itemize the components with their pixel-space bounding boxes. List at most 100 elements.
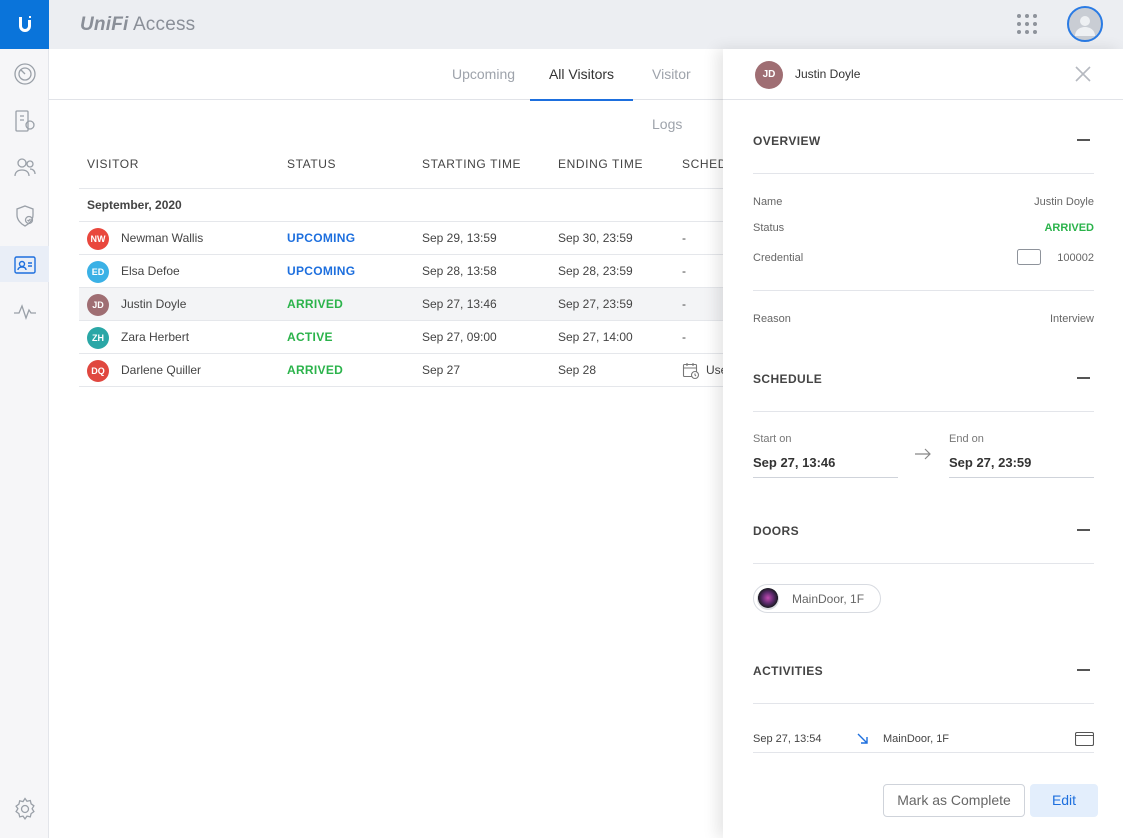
door-reader-image [757, 588, 779, 610]
doors-icon[interactable] [12, 108, 37, 133]
user-avatar[interactable] [1067, 6, 1103, 42]
doors-section-title: DOORS [753, 524, 800, 538]
credential-label: Credential [753, 252, 804, 264]
access-policies-icon[interactable] [12, 203, 37, 228]
ending-time: Sep 28 [558, 363, 597, 377]
schedule-value: - [682, 297, 686, 311]
starting-time: Sep 28, 13:58 [422, 264, 497, 278]
column-header-ending-time[interactable]: ENDING TIME [558, 157, 643, 171]
collapse-overview-icon[interactable] [1077, 139, 1090, 141]
mark-complete-button[interactable]: Mark as Complete [883, 784, 1025, 817]
reason-value: Interview [1049, 313, 1094, 325]
status-badge: UPCOMING [287, 231, 356, 245]
visitor-avatar: ED [87, 261, 109, 283]
column-header-status[interactable]: STATUS [287, 157, 336, 171]
schedule-value: - [682, 330, 686, 344]
activity-time: Sep 27, 13:54 [753, 733, 822, 745]
drawer-header: JD Justin Doyle [723, 49, 1123, 100]
end-underline [949, 477, 1094, 478]
status-label: Status [753, 222, 785, 234]
entry-arrow-icon [856, 732, 870, 749]
status-badge: ARRIVED [287, 363, 344, 377]
collapse-activities-icon[interactable] [1077, 669, 1090, 671]
door-chip[interactable]: MainDoor, 1F [753, 584, 881, 613]
column-header-starting-time[interactable]: STARTING TIME [422, 157, 521, 171]
visitor-avatar: NW [87, 228, 109, 250]
name-value: Justin Doyle [1034, 196, 1094, 208]
start-underline [753, 477, 898, 478]
starting-time: Sep 27 [422, 363, 461, 377]
group-header: September, 2020 [79, 189, 723, 222]
visitor-name: Justin Doyle [121, 297, 187, 311]
table-row-selected[interactable]: JD Justin Doyle ARRIVED Sep 27, 13:46 Se… [79, 288, 723, 321]
table-row[interactable]: ZH Zara Herbert ACTIVE Sep 27, 09:00 Sep… [79, 321, 723, 354]
settings-gear-icon[interactable] [12, 796, 37, 821]
status-badge: UPCOMING [287, 264, 356, 278]
activities-section-title: ACTIVITIES [753, 664, 824, 678]
starting-time: Sep 29, 13:59 [422, 231, 497, 245]
door-chip-label: MainDoor, 1F [792, 592, 865, 606]
close-icon[interactable] [1074, 65, 1092, 83]
visitor-name: Elsa Defoe [121, 264, 180, 278]
schedule-calendar-icon [682, 362, 700, 380]
edit-button[interactable]: Edit [1030, 784, 1098, 817]
left-nav-rail [0, 0, 49, 838]
ending-time: Sep 28, 23:59 [558, 264, 633, 278]
starting-time: Sep 27, 09:00 [422, 330, 497, 344]
ending-time: Sep 27, 23:59 [558, 297, 633, 311]
schedule-section-title: SCHEDULE [753, 372, 823, 386]
schedule-value: - [682, 264, 686, 278]
brand-suffix: Access [132, 14, 196, 35]
visitor-name: Zara Herbert [121, 330, 190, 344]
column-header-visitor[interactable]: VISITOR [87, 157, 139, 171]
divider [753, 563, 1094, 564]
start-on-value[interactable]: Sep 27, 13:46 [753, 455, 835, 470]
visitor-avatar: JD [87, 294, 109, 316]
collapse-schedule-icon[interactable] [1077, 377, 1090, 379]
start-on-label: Start on [753, 433, 792, 445]
arrow-right-icon [914, 447, 932, 464]
table-row[interactable]: DQ Darlene Quiller ARRIVED Sep 27 Sep 28… [79, 354, 727, 387]
activity-card-icon [1074, 731, 1095, 749]
dashboard-icon[interactable] [12, 61, 37, 86]
tab-upcoming[interactable]: Upcoming [452, 49, 515, 100]
drawer-visitor-name: Justin Doyle [795, 67, 861, 81]
divider [753, 173, 1094, 174]
starting-time: Sep 27, 13:46 [422, 297, 497, 311]
status-value: ARRIVED [1044, 222, 1094, 234]
name-label: Name [753, 196, 783, 208]
visitor-avatar: ZH [87, 327, 109, 349]
status-badge: ARRIVED [287, 297, 344, 311]
collapse-doors-icon[interactable] [1077, 529, 1090, 531]
table-row[interactable]: NW Newman Wallis UPCOMING Sep 29, 13:59 … [79, 222, 723, 255]
tab-all-visitors[interactable]: All Visitors [530, 49, 633, 101]
overview-section-title: OVERVIEW [753, 134, 821, 148]
column-header-schedule[interactable]: SCHED [682, 157, 727, 171]
top-bar: UniFi Access [49, 0, 1123, 49]
app-switcher-grid-icon[interactable] [1016, 13, 1038, 38]
end-on-value[interactable]: Sep 27, 23:59 [949, 455, 1031, 470]
schedule-value: - [682, 231, 686, 245]
ubiquiti-logo[interactable] [0, 0, 49, 49]
divider [753, 411, 1094, 412]
visitor-detail-drawer: JD Justin Doyle OVERVIEW Name Justin Doy… [723, 49, 1123, 838]
tab-visitor-logs[interactable]: Visitor Logs [652, 49, 723, 132]
visitor-name: Darlene Quiller [121, 363, 202, 377]
status-badge: ACTIVE [287, 330, 333, 344]
table-row[interactable]: ED Elsa Defoe UPCOMING Sep 28, 13:58 Sep… [79, 255, 723, 288]
visitors-icon[interactable] [12, 252, 37, 277]
brand-prefix: UniFi [80, 14, 129, 35]
ending-time: Sep 30, 23:59 [558, 231, 633, 245]
users-icon[interactable] [12, 154, 37, 179]
ending-time: Sep 27, 14:00 [558, 330, 633, 344]
visitor-name: Newman Wallis [121, 231, 204, 245]
end-on-label: End on [949, 433, 984, 445]
divider [753, 752, 1094, 753]
visitor-tabs: Upcoming All Visitors Visitor Logs [49, 49, 723, 132]
credential-value: 100002 [1057, 252, 1094, 264]
divider [753, 703, 1094, 704]
reason-label: Reason [753, 313, 791, 325]
visitor-avatar: DQ [87, 360, 109, 382]
activity-icon[interactable] [12, 299, 37, 324]
app-brand: UniFi Access [80, 14, 195, 36]
